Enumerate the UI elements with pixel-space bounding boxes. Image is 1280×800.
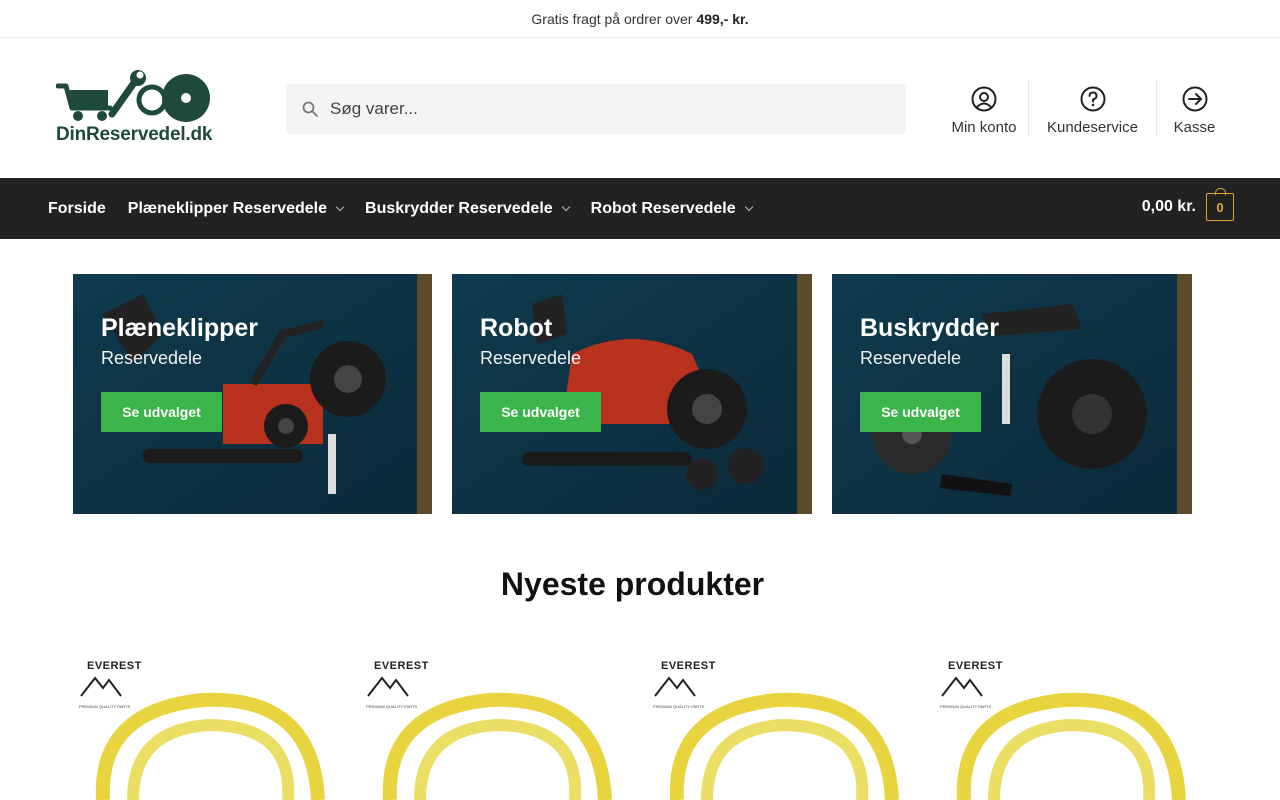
banner-subtitle: Reservedele	[480, 348, 582, 368]
banner-lawnmower[interactable]: Plæneklipper Reservedele Se udvalget	[73, 274, 432, 514]
site-header: DinReservedel.dk Min konto Kundeservice	[0, 38, 1280, 178]
banner-subtitle: Reservedele	[860, 348, 962, 368]
nav-item-label: Robot Reservedele	[590, 199, 736, 217]
chevron-down-icon	[744, 202, 753, 211]
search-bar[interactable]	[286, 84, 906, 134]
product-image	[654, 676, 899, 800]
banner-title: Plæneklipper	[101, 314, 258, 342]
header-links: Min konto Kundeservice Kasse	[940, 80, 1232, 136]
banner-title: Robot	[480, 314, 553, 342]
see-selection-button[interactable]: Se udvalget	[480, 392, 601, 432]
arrow-right-circle-icon	[1182, 86, 1207, 112]
customer-service-link[interactable]: Kundeservice	[1028, 80, 1156, 136]
product-tagline: PREMIUM QUALITY PARTS	[940, 704, 992, 709]
chevron-down-icon	[335, 202, 345, 211]
product-brand: EVEREST	[87, 660, 142, 672]
checkout-link[interactable]: Kasse	[1156, 80, 1232, 136]
customer-service-label: Kundeservice	[1047, 119, 1138, 136]
checkout-label: Kasse	[1173, 119, 1216, 136]
product-brand: EVEREST	[374, 660, 429, 672]
nav-item-robot-parts[interactable]: Robot Reservedele	[590, 199, 753, 218]
account-link-label: Min konto	[951, 119, 1017, 136]
product-tagline: PREMIUM QUALITY PARTS	[653, 704, 705, 709]
product-image	[80, 676, 325, 800]
product-brand: EVEREST	[948, 660, 1003, 672]
category-banners: Plæneklipper Reservedele Se udvalget Rob…	[73, 274, 1192, 514]
mini-cart[interactable]: 0,00 kr. 0	[1141, 188, 1234, 221]
announcement-bar: Gratis fragt på ordrer over 499,- kr.	[0, 0, 1280, 38]
product-brand: EVEREST	[661, 660, 716, 672]
see-selection-button[interactable]: Se udvalget	[860, 392, 981, 432]
account-link[interactable]: Min konto	[940, 80, 1028, 136]
product-tagline: PREMIUM QUALITY PARTS	[366, 704, 418, 709]
product-card[interactable]: EVEREST PREMIUM QUALITY PARTS	[647, 650, 901, 800]
main-navigation: Forside Plæneklipper Reservedele Buskryd…	[0, 178, 1280, 239]
search-input[interactable]	[330, 99, 870, 119]
logo-mark-icon	[55, 70, 210, 122]
announcement-highlight: 499,- kr.	[696, 10, 749, 27]
product-image	[367, 676, 612, 800]
product-card[interactable]: EVEREST PREMIUM QUALITY PARTS	[73, 650, 327, 800]
nav-item-label: Buskrydder Reservedele	[365, 199, 553, 217]
nav-item-lawnmower-parts[interactable]: Plæneklipper Reservedele	[127, 199, 345, 218]
product-card[interactable]: EVEREST PREMIUM QUALITY PARTS	[934, 650, 1188, 800]
nav-item-label: Forside	[48, 199, 106, 217]
nav-item-home[interactable]: Forside	[48, 200, 106, 218]
product-grid: EVEREST PREMIUM QUALITY PARTS EVEREST PR…	[73, 650, 1192, 800]
site-logo[interactable]: DinReservedel.dk	[55, 70, 236, 150]
chevron-down-icon	[561, 202, 570, 211]
help-circle-icon	[1080, 86, 1105, 112]
product-card[interactable]: EVEREST PREMIUM QUALITY PARTS	[360, 650, 614, 800]
cart-count-badge: 0	[1206, 188, 1234, 221]
banner-brushcutter[interactable]: Buskrydder Reservedele Se udvalget	[832, 274, 1192, 514]
announcement-text: Gratis fragt på ordrer over	[531, 10, 693, 27]
banner-robot[interactable]: Robot Reservedele Se udvalget	[452, 274, 812, 514]
cart-total: 0,00 kr.	[1141, 198, 1196, 215]
nav-item-label: Plæneklipper Reservedele	[127, 199, 328, 217]
section-title: Nyeste produkter	[500, 566, 765, 602]
logo-text: DinReservedel.dk	[56, 124, 213, 145]
banner-subtitle: Reservedele	[101, 348, 203, 368]
search-icon	[302, 101, 318, 117]
banner-title: Buskrydder	[860, 314, 999, 342]
product-image	[941, 676, 1186, 800]
product-tagline: PREMIUM QUALITY PARTS	[79, 704, 131, 709]
user-circle-icon	[971, 86, 997, 112]
nav-item-brushcutter-parts[interactable]: Buskrydder Reservedele	[365, 199, 570, 218]
see-selection-button[interactable]: Se udvalget	[101, 392, 222, 432]
